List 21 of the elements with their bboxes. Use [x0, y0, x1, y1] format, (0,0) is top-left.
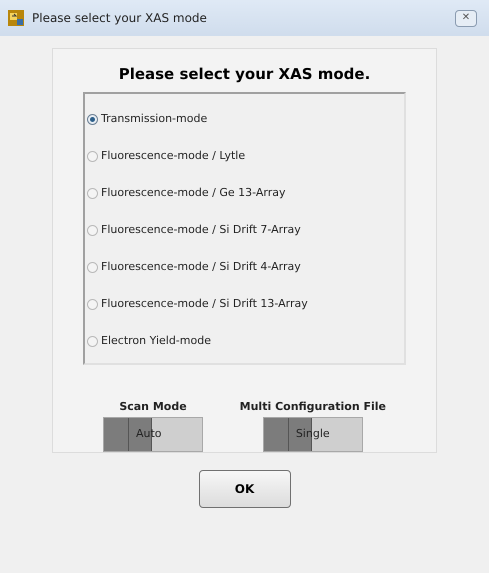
ok-button[interactable]: OK — [198, 470, 290, 508]
radio-label[interactable]: Electron Yield-mode — [101, 333, 211, 350]
radio-button[interactable] — [87, 225, 98, 236]
radio-label[interactable]: Fluorescence-mode / Si Drift 7-Array — [101, 222, 301, 239]
radio-button[interactable] — [87, 299, 98, 310]
heading: Please select your XAS mode. — [118, 64, 370, 85]
radio-label[interactable]: Fluorescence-mode / Si Drift 13-Array — [101, 296, 308, 313]
radio-label[interactable]: Transmission-mode — [101, 111, 208, 128]
switch-label: Scan Mode — [119, 398, 187, 414]
radio-button[interactable] — [87, 151, 98, 162]
app-icon — [8, 10, 24, 26]
radio-button[interactable] — [87, 188, 98, 199]
radio-button[interactable] — [87, 114, 98, 125]
switch-label: Multi Configuration File — [240, 398, 386, 414]
radio-label[interactable]: Fluorescence-mode / Si Drift 4-Array — [101, 259, 301, 276]
radio-label[interactable]: Fluorescence-mode / Ge 13-Array — [101, 185, 286, 202]
window-title: Please select your XAS mode — [32, 10, 207, 27]
radio-button[interactable] — [87, 336, 98, 347]
close-button[interactable]: ✕ — [455, 10, 477, 26]
radio-button[interactable] — [87, 262, 98, 273]
radio-label[interactable]: Fluorescence-mode / Lytle — [101, 148, 246, 165]
